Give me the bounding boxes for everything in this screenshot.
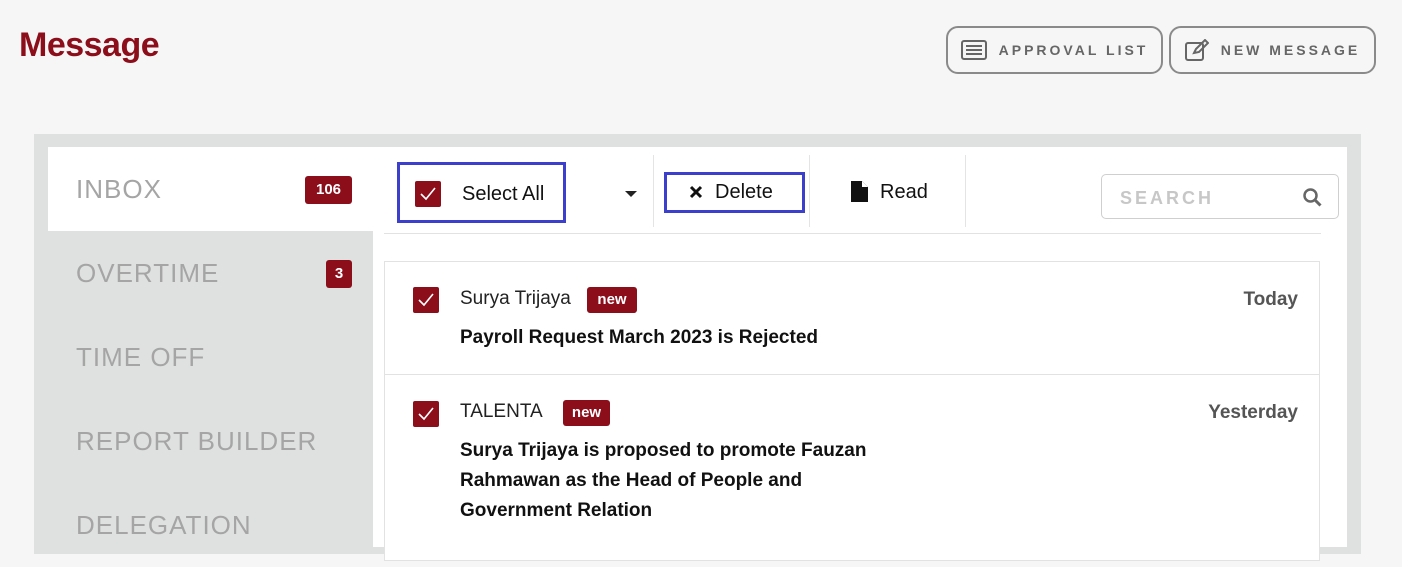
- message-divider: [385, 374, 1319, 375]
- new-message-label: NEW MESSAGE: [1220, 42, 1361, 58]
- checkmark-icon: [418, 407, 434, 421]
- message-subject[interactable]: Payroll Request March 2023 is Rejected: [460, 323, 818, 353]
- sidebar-item-label: REPORT BUILDER: [76, 426, 318, 456]
- sidebar: INBOX 106 OVERTIME 3 TIME OFF REPORT BUI…: [48, 147, 373, 547]
- new-badge: new: [563, 400, 610, 426]
- sidebar-item-delegation[interactable]: DELEGATION: [48, 483, 373, 567]
- message-sender: Surya Trijaya: [460, 288, 571, 309]
- page-title: Message: [19, 26, 160, 64]
- select-all-checkbox[interactable]: [415, 181, 441, 207]
- sidebar-item-inbox[interactable]: INBOX 106: [48, 147, 373, 231]
- new-message-button[interactable]: NEW MESSAGE: [1169, 26, 1376, 74]
- edit-icon: [1184, 39, 1209, 61]
- message-subject-text: Payroll Request March 2023 is Rejected: [460, 327, 818, 348]
- message-checkbox[interactable]: [413, 287, 439, 313]
- message-subject[interactable]: Surya Trijaya is proposed to promote Fau…: [460, 436, 866, 526]
- toolbar-bottom-divider: [384, 233, 1321, 234]
- toolbar-divider: [809, 155, 810, 227]
- toolbar-divider: [965, 155, 966, 227]
- sidebar-item-label: TIME OFF: [76, 342, 206, 372]
- delete-label: Delete: [715, 181, 773, 203]
- message-checkbox[interactable]: [413, 401, 439, 427]
- message-date: Today: [1243, 289, 1298, 310]
- message-sender: TALENTA: [460, 401, 543, 422]
- close-icon: [689, 185, 703, 199]
- sidebar-item-time-off[interactable]: TIME OFF: [48, 315, 373, 399]
- checkmark-icon: [420, 187, 436, 201]
- toolbar-divider: [653, 155, 654, 227]
- message-subject-line: Government Relation: [460, 500, 653, 521]
- message-subject-line: Rahmawan as the Head of People and: [460, 470, 803, 491]
- search-input[interactable]: [1118, 184, 1302, 212]
- search-icon[interactable]: [1303, 188, 1322, 207]
- sidebar-item-overtime[interactable]: OVERTIME 3: [48, 231, 373, 315]
- sidebar-item-label: INBOX: [76, 174, 162, 204]
- document-icon: [851, 181, 868, 202]
- checkmark-icon: [418, 293, 434, 307]
- approval-list-button[interactable]: APPROVAL LIST: [946, 26, 1163, 74]
- search-box[interactable]: [1101, 174, 1339, 219]
- message-date: Yesterday: [1208, 402, 1298, 423]
- inbox-count-badge: 106: [305, 176, 352, 204]
- approval-list-label: APPROVAL LIST: [998, 42, 1149, 58]
- new-badge: new: [587, 287, 637, 313]
- list-icon: [960, 40, 987, 60]
- read-label: Read: [880, 181, 928, 203]
- message-subject-line: Surya Trijaya is proposed to promote Fau…: [460, 440, 867, 461]
- sidebar-item-report-builder[interactable]: REPORT BUILDER: [48, 399, 373, 483]
- select-dropdown-caret-icon[interactable]: [625, 191, 637, 197]
- sidebar-item-label: DELEGATION: [76, 510, 252, 540]
- sidebar-item-label: OVERTIME: [76, 258, 220, 288]
- select-all-label: Select All: [462, 183, 545, 205]
- overtime-count-badge: 3: [326, 260, 352, 288]
